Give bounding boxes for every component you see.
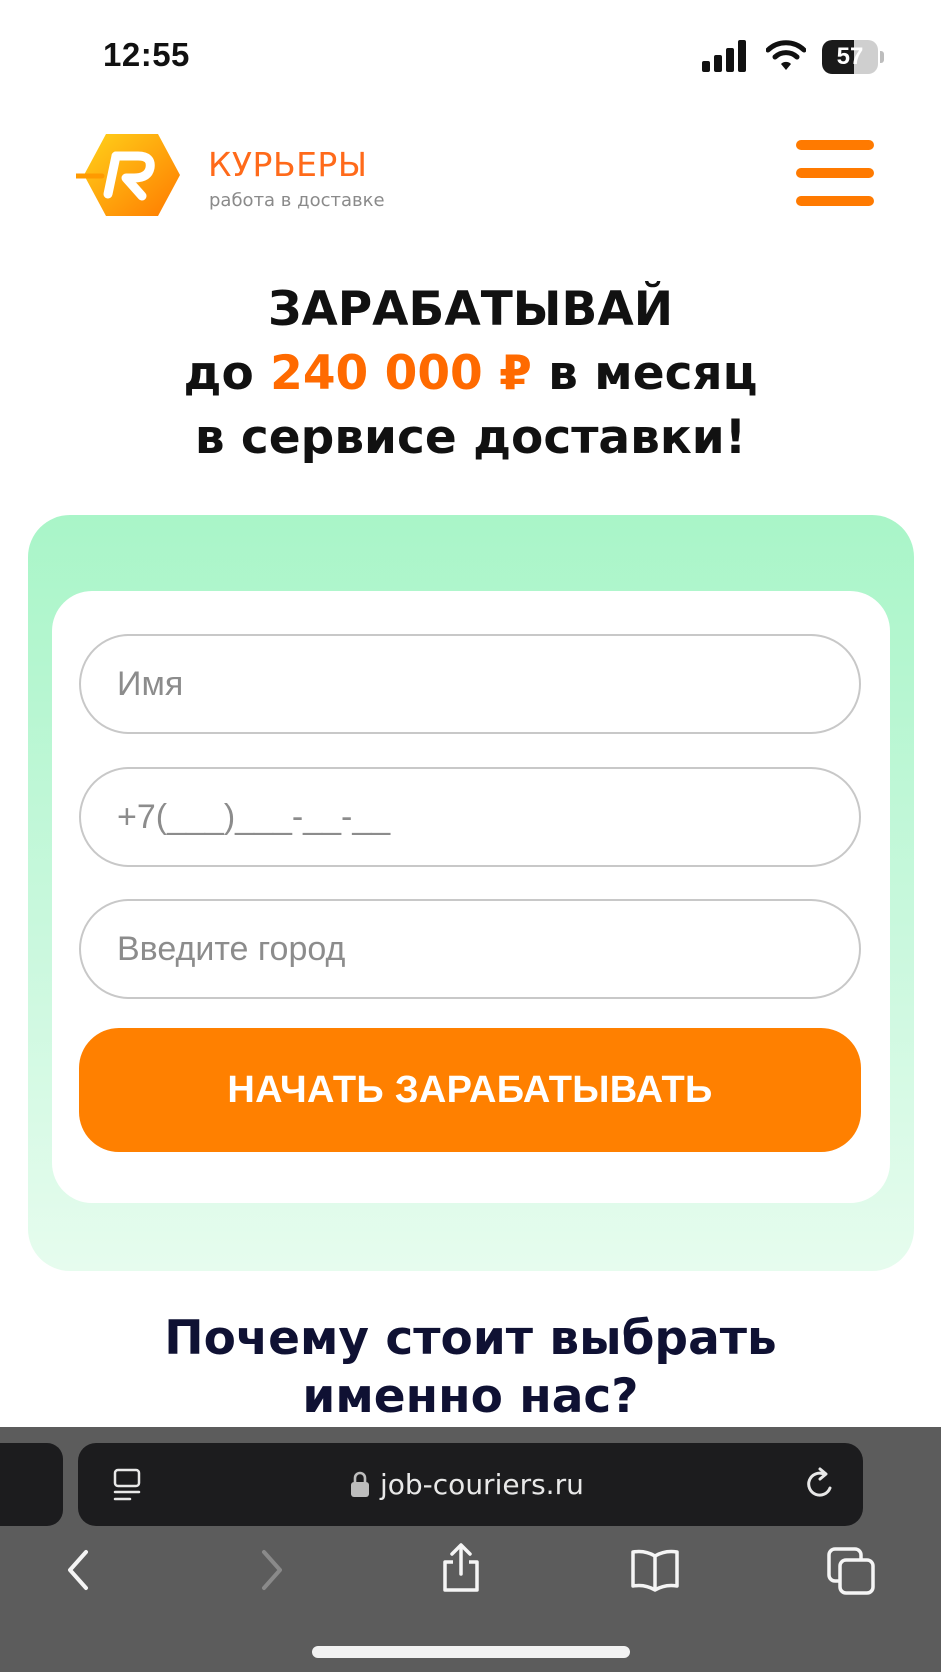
city-input[interactable]: Введите город: [79, 899, 861, 999]
battery-icon: 57: [822, 40, 884, 74]
wifi-icon: [766, 40, 806, 70]
start-earning-button[interactable]: НАЧАТЬ ЗАРАБАТЫВАТЬ: [79, 1028, 861, 1152]
url-text[interactable]: job-couriers.ru: [380, 1465, 584, 1505]
phone-input[interactable]: +7(___)___-__-__: [79, 767, 861, 867]
hero-line-2: до 240 000 ₽ в месяц: [0, 342, 941, 406]
hero-heading: ЗАРАБАТЫВАЙ до 240 000 ₽ в месяц в серви…: [0, 278, 941, 470]
reload-icon[interactable]: [802, 1466, 836, 1502]
why-us-line-1: Почему стоит выбрать: [164, 1311, 777, 1366]
status-bar: 12:55 57: [0, 0, 941, 110]
menu-bar-middle: [796, 168, 874, 178]
hero-line-3: в сервисе доставки!: [194, 410, 747, 465]
hamburger-menu-icon: [796, 140, 874, 150]
hero-amount: 240 000 ₽: [270, 346, 532, 401]
why-us-heading: Почему стоит выбрать именно нас?: [0, 1310, 941, 1426]
forward-icon[interactable]: [258, 1548, 286, 1592]
name-placeholder: Имя: [117, 665, 184, 703]
reader-icon[interactable]: [112, 1468, 142, 1502]
menu-button[interactable]: [796, 140, 874, 206]
hero-line-1: ЗАРАБАТЫВАЙ: [267, 282, 674, 337]
share-icon[interactable]: [440, 1542, 482, 1594]
why-us-line-2: именно нас?: [302, 1369, 639, 1424]
hero-prefix: до: [183, 346, 271, 401]
signal-icon: [702, 40, 746, 72]
previous-tab[interactable]: [0, 1443, 63, 1526]
brand-tagline: работа в доставке: [209, 190, 385, 211]
menu-bar-bottom: [796, 196, 874, 206]
brand-name: КУРЬЕРЫ: [208, 145, 368, 184]
bookmarks-icon[interactable]: [630, 1548, 680, 1592]
hero-suffix: в месяц: [531, 346, 758, 401]
courier-logo-icon[interactable]: [76, 132, 182, 218]
status-time: 12:55: [103, 36, 190, 73]
battery-level: 57: [836, 43, 864, 70]
lock-icon: [351, 1471, 369, 1497]
phone-placeholder: +7(___)___-__-__: [117, 798, 391, 836]
back-icon[interactable]: [64, 1548, 92, 1592]
city-placeholder: Введите город: [117, 930, 346, 968]
name-input[interactable]: Имя: [79, 634, 861, 734]
home-indicator[interactable]: [312, 1646, 630, 1658]
tabs-icon[interactable]: [826, 1546, 876, 1596]
